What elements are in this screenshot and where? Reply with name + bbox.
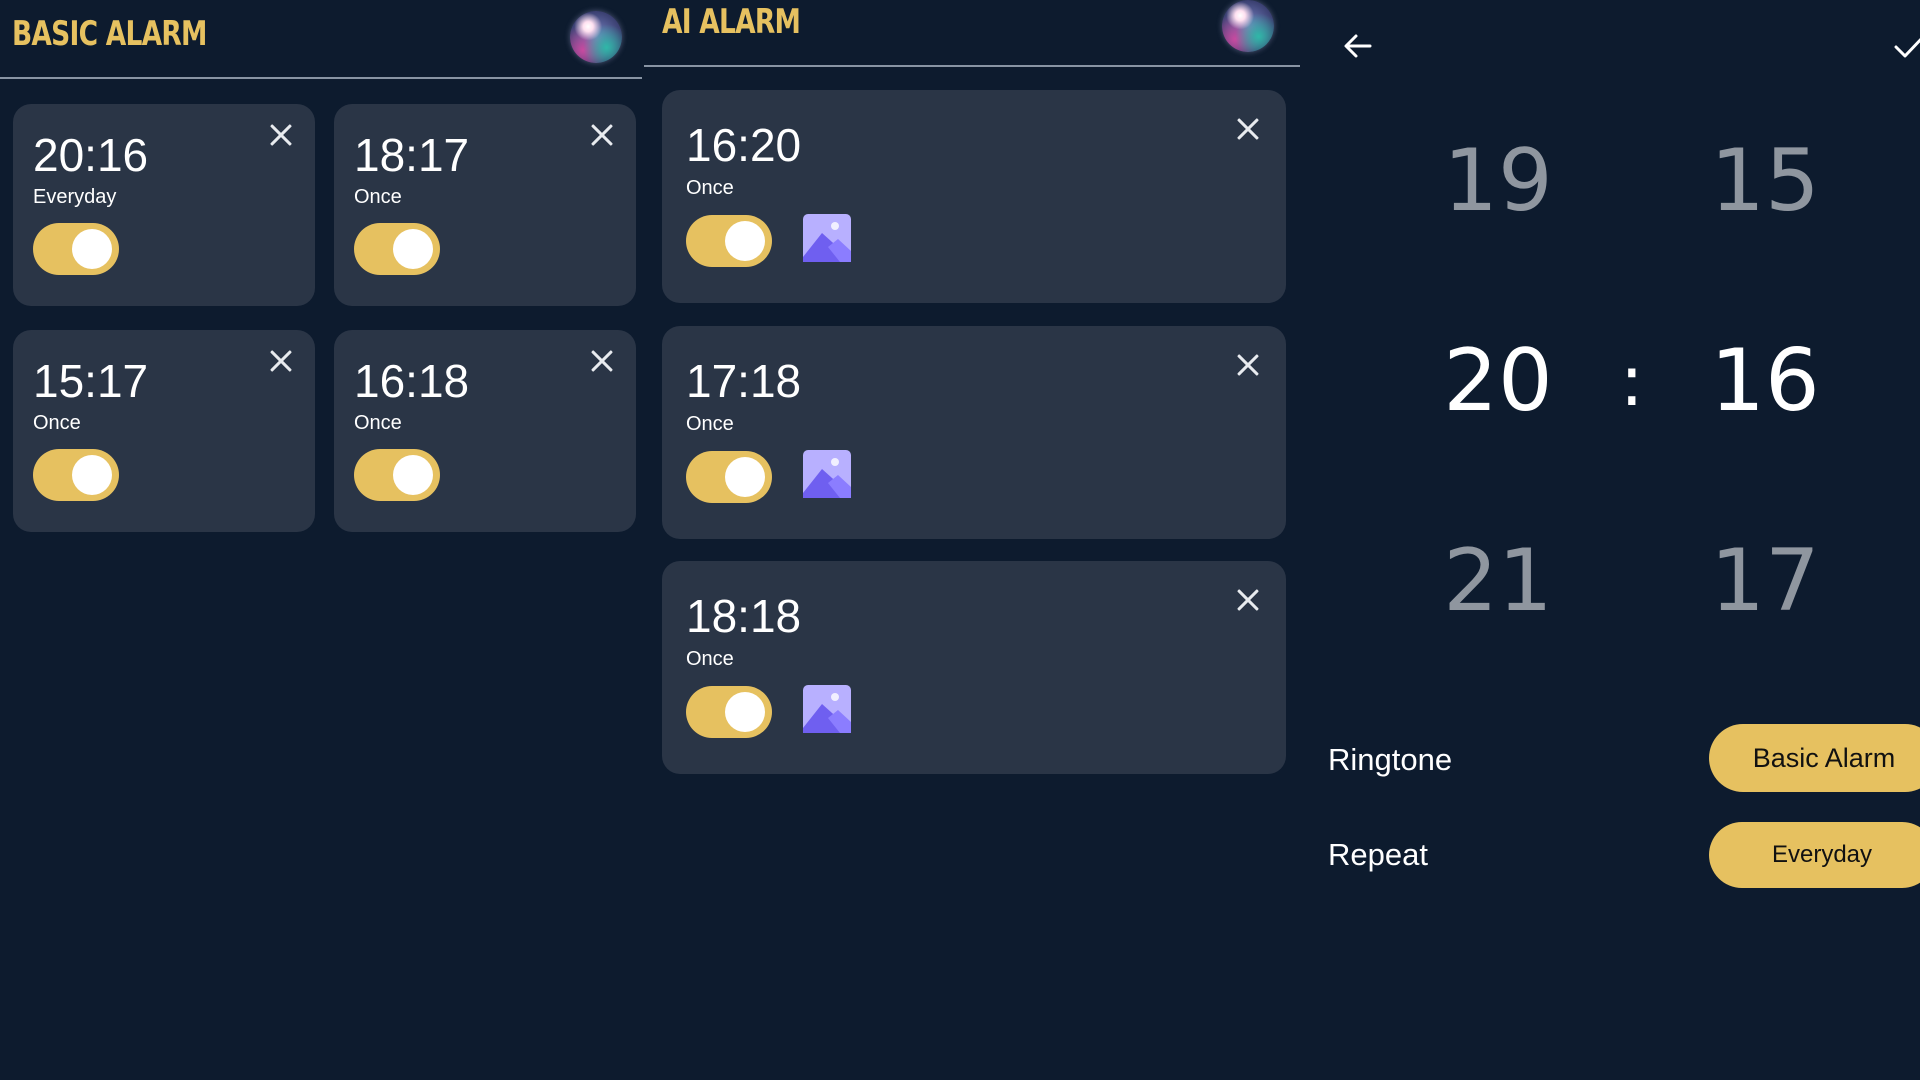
alarm-time: 20:16 xyxy=(33,129,149,181)
alarm-time: 16:18 xyxy=(354,355,470,407)
alarm-repeat: Once xyxy=(686,413,734,435)
alarm-time: 16:20 xyxy=(686,119,802,171)
hour-next[interactable]: 21 xyxy=(1418,538,1578,624)
alarm-repeat: Once xyxy=(33,412,81,434)
delete-alarm-icon[interactable] xyxy=(1233,350,1263,380)
alarm-card[interactable]: 18:17 Once xyxy=(334,104,636,306)
alarm-time: 17:18 xyxy=(686,355,802,407)
confirm-check-icon[interactable] xyxy=(1892,28,1920,64)
image-icon[interactable] xyxy=(802,213,852,263)
ai-alarm-card[interactable]: 16:20 Once xyxy=(662,90,1286,303)
alarm-toggle[interactable] xyxy=(686,451,772,503)
ai-alarm-panel: AI ALARM 16:20 Once 17:18 Once 18:18 Onc… xyxy=(644,0,1300,1080)
ai-alarm-card[interactable]: 18:18 Once xyxy=(662,561,1286,774)
repeat-select-button[interactable]: Everyday xyxy=(1709,822,1920,888)
ringtone-label: Ringtone xyxy=(1328,742,1453,777)
delete-alarm-icon[interactable] xyxy=(266,120,296,150)
delete-alarm-icon[interactable] xyxy=(587,120,617,150)
alarm-card[interactable]: 15:17 Once xyxy=(13,330,315,532)
alarm-repeat: Once xyxy=(686,648,734,670)
basic-alarm-title: BASIC ALARM xyxy=(12,14,207,54)
alarm-toggle[interactable] xyxy=(354,449,440,501)
alarm-editor-panel: 19 20 21 : 15 16 17 Ringtone Basic Alarm… xyxy=(1300,0,1920,1080)
toggle-knob xyxy=(725,221,765,261)
toggle-knob xyxy=(725,692,765,732)
alarm-repeat: Once xyxy=(354,412,402,434)
back-arrow-icon[interactable] xyxy=(1340,28,1376,64)
time-separator: : xyxy=(1620,340,1644,422)
alarm-repeat: Once xyxy=(354,186,402,208)
ai-alarm-card[interactable]: 17:18 Once xyxy=(662,326,1286,539)
alarm-toggle[interactable] xyxy=(354,223,440,275)
alarm-repeat: Once xyxy=(686,177,734,199)
alarm-card[interactable]: 16:18 Once xyxy=(334,330,636,532)
minute-selected[interactable]: 16 xyxy=(1685,338,1845,424)
minute-next[interactable]: 17 xyxy=(1685,538,1845,624)
delete-alarm-icon[interactable] xyxy=(266,346,296,376)
repeat-label: Repeat xyxy=(1328,837,1428,872)
toggle-knob xyxy=(393,455,433,495)
profile-orb-icon[interactable] xyxy=(1222,0,1274,52)
alarm-toggle[interactable] xyxy=(686,215,772,267)
hour-selected[interactable]: 20 xyxy=(1418,338,1578,424)
delete-alarm-icon[interactable] xyxy=(587,346,617,376)
image-icon[interactable] xyxy=(802,449,852,499)
alarm-repeat: Everyday xyxy=(33,186,117,208)
alarm-toggle[interactable] xyxy=(33,449,119,501)
alarm-time: 18:18 xyxy=(686,590,802,642)
toggle-knob xyxy=(393,229,433,269)
profile-orb-icon[interactable] xyxy=(570,11,622,63)
toggle-knob xyxy=(725,457,765,497)
alarm-toggle[interactable] xyxy=(33,223,119,275)
image-icon[interactable] xyxy=(802,684,852,734)
delete-alarm-icon[interactable] xyxy=(1233,114,1263,144)
ringtone-select-button[interactable]: Basic Alarm xyxy=(1709,724,1920,792)
alarm-time: 15:17 xyxy=(33,355,149,407)
hour-prev[interactable]: 19 xyxy=(1418,138,1578,224)
header-divider xyxy=(0,77,642,79)
alarm-toggle[interactable] xyxy=(686,686,772,738)
delete-alarm-icon[interactable] xyxy=(1233,585,1263,615)
basic-alarm-panel: BASIC ALARM 20:16 Everyday 18:17 Once 15… xyxy=(0,0,642,1080)
minute-prev[interactable]: 15 xyxy=(1685,138,1845,224)
ai-alarm-title: AI ALARM xyxy=(662,2,801,42)
alarm-time: 18:17 xyxy=(354,129,470,181)
toggle-knob xyxy=(72,229,112,269)
header-divider xyxy=(644,65,1300,67)
alarm-card[interactable]: 20:16 Everyday xyxy=(13,104,315,306)
toggle-knob xyxy=(72,455,112,495)
